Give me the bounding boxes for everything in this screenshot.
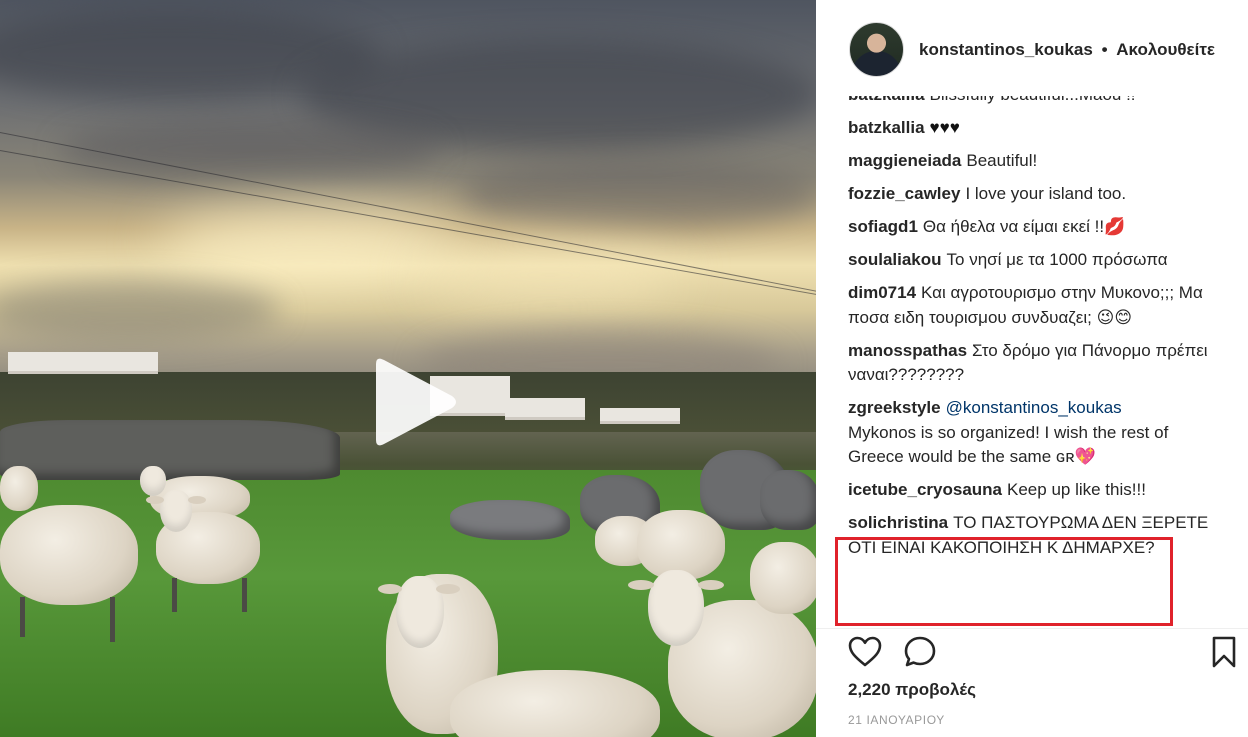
list-item: dim0714 Και αγροτουρισμο στην Μυκονο;;; Μ… [848,281,1228,330]
sun-glow [420,245,680,305]
comment-text: ♥♥♥ [929,118,960,137]
comment-text: Το νησί με τα 1000 πρόσωπα [946,250,1168,269]
list-item: solichristina ΤΟ ΠΑΣΤΟΥΡΩΜΑ ΔΕΝ ΞΕΡΕΤΕ ΟΤ… [848,511,1228,560]
post-header: konstantinos_koukas • Ακολουθείτε [816,0,1248,100]
comment-username-link[interactable]: batzkallia [848,96,925,104]
white-house [8,352,158,374]
comment-text: Keep up like this!!! [1007,480,1146,499]
list-item: sofiagd1 Θα ήθελα να είμαι εκεί !!💋 [848,215,1228,240]
list-item: batzkallia Blissfully beautiful...Maou !! [848,96,1228,108]
comment-text: Blissfully beautiful...Maou !! [930,96,1136,104]
comment-username-link[interactable]: batzkallia [848,118,925,137]
list-item: batzkallia ♥♥♥ [848,116,1228,141]
comment-username-link[interactable]: icetube_cryosauna [848,480,1002,499]
comment-bubble-icon[interactable] [902,634,938,670]
comment-username-link[interactable]: fozzie_cawley [848,184,960,203]
list-item: fozzie_cawley I love your island too. [848,182,1228,207]
list-item: zgreekstyle @konstantinos_koukas Mykonos i… [848,396,1228,470]
play-icon[interactable] [368,356,458,448]
comment-username-link[interactable]: manosspathas [848,341,967,360]
sky-cloud [0,280,280,340]
comment-text: Mykonos is so organized! I wish the rest… [848,422,1169,467]
post-side-panel: konstantinos_koukas • Ακολουθείτε batzka… [816,0,1248,737]
post-date: 21 ΙΑΝΟΥΑΡΙΟΥ [848,713,945,727]
list-item: manosspathas Στο δρόμο για Πάνορμο πρέπει… [848,339,1228,388]
sheep [146,490,262,620]
view-count[interactable]: 2,220 προβολές [848,680,976,700]
rock [450,500,570,540]
sky-cloud [460,160,816,230]
sheep [750,542,816,618]
comment-username-link[interactable]: soulaliakou [848,250,942,269]
comment-text: Beautiful! [966,151,1038,170]
list-item: maggieneiada Beautiful! [848,149,1228,174]
header-text: konstantinos_koukas • Ακολουθείτε [919,40,1215,60]
sun-glow [160,210,460,280]
comment-text: Θα ήθελα να είμαι εκεί !!💋 [922,217,1126,236]
white-house [600,408,680,424]
list-item: soulaliakou Το νησί με τα 1000 πρόσωπα [848,248,1228,273]
header-separator: • [1101,40,1108,59]
white-house [505,398,585,420]
comment-text: I love your island too. [965,184,1127,203]
sheep [0,466,40,516]
list-item: icetube_cryosauna Keep up like this!!! [848,478,1228,503]
comment-username-link[interactable]: maggieneiada [848,151,961,170]
following-button[interactable]: Ακολουθείτε [1116,40,1215,59]
comment-username-link[interactable]: solichristina [848,513,948,532]
avatar[interactable] [849,22,904,77]
sheep [0,505,140,645]
bookmark-icon[interactable] [1206,634,1242,670]
mention-link[interactable]: @konstantinos_koukas [946,398,1122,417]
comment-list[interactable]: batzkallia Blissfully beautiful...Maou !!… [848,96,1228,626]
author-username-link[interactable]: konstantinos_koukas [919,40,1093,59]
rock [760,470,816,530]
comment-username-link[interactable]: zgreekstyle [848,398,941,417]
heart-icon[interactable] [847,634,883,670]
comment-username-link[interactable]: dim0714 [848,283,916,302]
post-video[interactable] [0,0,816,737]
action-bar [816,628,1248,672]
comment-username-link[interactable]: sofiagd1 [848,217,918,236]
